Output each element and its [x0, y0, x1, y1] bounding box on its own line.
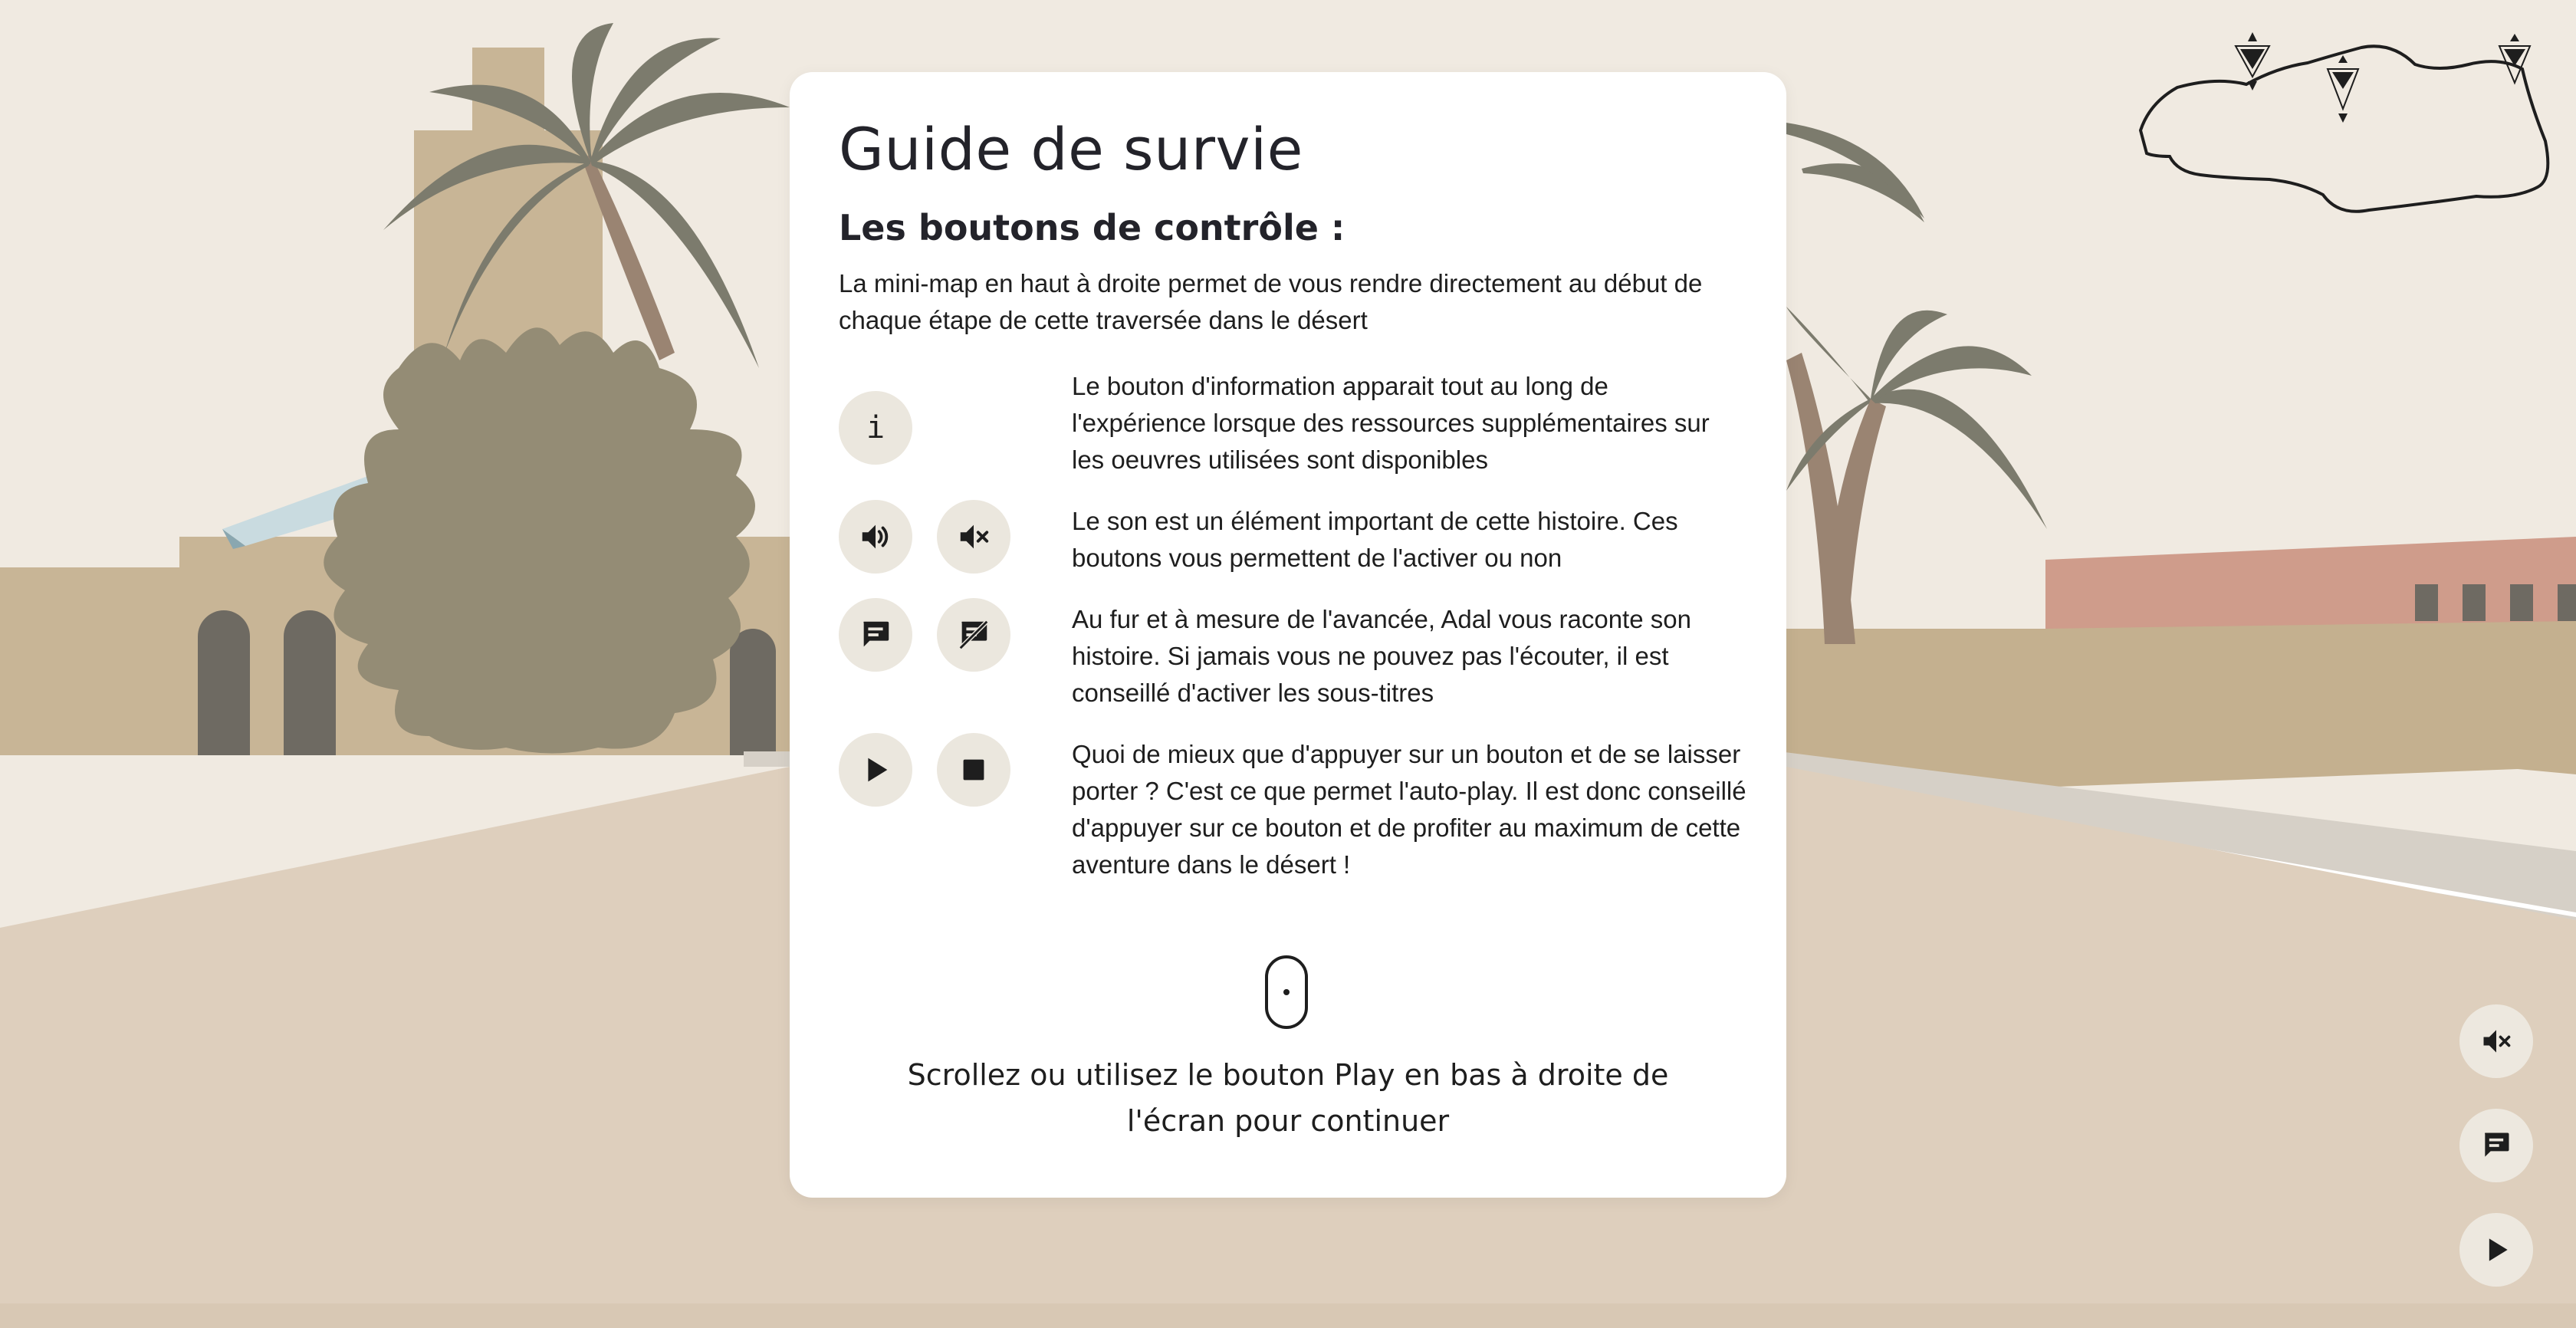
- info-button[interactable]: i: [839, 391, 912, 465]
- subtitles-on-button[interactable]: [839, 598, 912, 672]
- play-icon: [868, 758, 888, 782]
- stop-icon: [963, 759, 984, 781]
- minimap-desert-outline: [2138, 44, 2550, 213]
- floating-subtitles-button[interactable]: [2459, 1109, 2533, 1182]
- sound-off-button[interactable]: [937, 500, 1010, 574]
- page-title: Guide de survie: [839, 115, 1303, 183]
- sound-description: Le son est un élément important de cette…: [1072, 507, 1678, 572]
- minimap-marker-2[interactable]: [2326, 55, 2360, 123]
- survival-guide-card: Guide de survie Les boutons de contrôle …: [790, 72, 1786, 1198]
- sound-off-icon: [960, 524, 989, 549]
- play-button[interactable]: [839, 733, 912, 807]
- subtitles-description: Au fur et à mesure de l'avancée, Adal vo…: [1072, 605, 1691, 707]
- scroll-hint: Scrollez ou utilisez le bouton Play en b…: [907, 1058, 1669, 1138]
- minimap[interactable]: [2131, 18, 2561, 215]
- info-icon: i: [866, 410, 886, 445]
- subtitles-off-icon: [958, 620, 989, 650]
- floating-play-button[interactable]: [2459, 1213, 2533, 1287]
- mouse-scroll-icon: [1265, 955, 1308, 1029]
- autoplay-description: Quoi de mieux que d'appuyer sur un bouto…: [1072, 740, 1746, 879]
- floating-sound-off-button[interactable]: [2459, 1004, 2533, 1078]
- subtitles-icon: [2485, 1132, 2509, 1157]
- subtitles-on-icon: [863, 621, 889, 647]
- stop-button[interactable]: [937, 733, 1010, 807]
- minimap-description: La mini-map en haut à droite permet de v…: [839, 269, 1703, 334]
- info-description: Le bouton d'information apparait tout au…: [1072, 372, 1710, 474]
- sound-off-icon: [2483, 1030, 2511, 1053]
- sound-on-icon: [862, 524, 889, 549]
- subtitles-off-button[interactable]: [937, 598, 1010, 672]
- controls-subtitle: Les boutons de contrôle :: [839, 207, 1346, 248]
- play-icon: [2489, 1238, 2508, 1261]
- sound-on-button[interactable]: [839, 500, 912, 574]
